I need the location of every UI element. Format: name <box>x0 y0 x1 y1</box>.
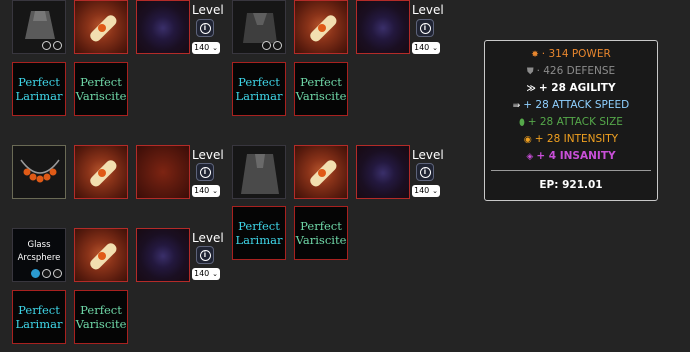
armor-item-slot[interactable] <box>232 145 286 199</box>
glass-arcsphere-item[interactable]: Glass Arcsphere <box>12 228 66 282</box>
level-value: 140 <box>194 186 210 195</box>
attack-size-icon: ⬮ <box>519 118 525 128</box>
enchant-scroll-slot[interactable] <box>74 0 128 54</box>
stat-attack-size: ⬮ + 28 ATTACK SIZE <box>519 116 623 128</box>
necklace-icon <box>20 159 60 183</box>
info-icon: i <box>199 166 211 178</box>
stat-insanity: ◈ + 4 INSANITY <box>526 150 616 162</box>
socket-dots <box>42 41 62 50</box>
enchant-scroll-slot[interactable] <box>294 0 348 54</box>
info-button[interactable]: i <box>196 19 214 37</box>
chevron-down-icon: ⌄ <box>212 44 218 52</box>
perfect-larimar-gem[interactable]: Perfect Larimar <box>12 62 66 116</box>
scroll-icon <box>90 160 117 187</box>
level-select[interactable]: 140 ⌄ <box>412 185 440 197</box>
chevron-down-icon: ⌄ <box>212 270 218 278</box>
level-value: 140 <box>414 43 430 52</box>
stats-panel: ✸ · 314 POWER ⛊ · 426 DEFENSE ≫ + 28 AGILIT… <box>484 40 658 201</box>
ep-value: EP: 921.01 <box>539 179 603 191</box>
level-value: 140 <box>194 269 210 278</box>
perfect-variscite-gem[interactable]: Perfect Variscite <box>74 62 128 116</box>
perfect-larimar-gem[interactable]: Perfect Larimar <box>12 290 66 344</box>
perfect-larimar-gem[interactable]: Perfect Larimar <box>232 206 286 260</box>
level-label: Level <box>192 148 224 162</box>
divider <box>491 170 651 171</box>
level-label: Level <box>192 3 224 17</box>
scroll-icon <box>90 243 117 270</box>
gem-slot[interactable] <box>356 145 410 199</box>
enchant-scroll-slot[interactable] <box>74 228 128 282</box>
armor-item-slot[interactable] <box>12 0 66 54</box>
stat-power: ✸ · 314 POWER <box>531 48 611 60</box>
level-value: 140 <box>194 43 210 52</box>
level-select[interactable]: 140 ⌄ <box>412 42 440 54</box>
info-icon: i <box>419 166 431 178</box>
info-button[interactable]: i <box>196 163 214 181</box>
info-icon: i <box>199 22 211 34</box>
necklace-item-slot[interactable] <box>12 145 66 199</box>
chevron-down-icon: ⌄ <box>212 187 218 195</box>
level-label: Level <box>412 3 444 17</box>
level-label: Level <box>412 148 444 162</box>
socket-dots <box>262 41 282 50</box>
intensity-icon: ◉ <box>523 135 532 145</box>
gem-slot[interactable] <box>136 228 190 282</box>
perfect-variscite-gem[interactable]: Perfect Variscite <box>74 290 128 344</box>
enchant-scroll-slot[interactable] <box>74 145 128 199</box>
enchant-scroll-slot[interactable] <box>294 145 348 199</box>
stat-intensity: ◉ + 28 INTENSITY <box>523 133 619 145</box>
scroll-icon <box>310 160 337 187</box>
level-value: 140 <box>414 186 430 195</box>
info-icon: i <box>199 249 211 261</box>
info-icon: i <box>419 22 431 34</box>
level-label: Level <box>192 231 224 245</box>
gem-slot[interactable] <box>356 0 410 54</box>
level-select[interactable]: 140 ⌄ <box>192 185 220 197</box>
armor-item-slot[interactable] <box>232 0 286 54</box>
perfect-variscite-gem[interactable]: Perfect Variscite <box>294 206 348 260</box>
stat-defense: ⛊ · 426 DEFENSE <box>526 65 616 77</box>
attack-speed-icon: ⇛ <box>512 101 521 111</box>
gem-slot[interactable] <box>136 0 190 54</box>
scroll-icon <box>90 15 117 42</box>
level-select[interactable]: 140 ⌄ <box>192 42 220 54</box>
defense-icon: ⛊ <box>526 67 534 77</box>
chevron-down-icon: ⌄ <box>432 44 438 52</box>
coat-icon <box>241 154 279 194</box>
info-button[interactable]: i <box>416 19 434 37</box>
scroll-icon <box>310 15 337 42</box>
level-select[interactable]: 140 ⌄ <box>192 268 220 280</box>
stat-agility: ≫ + 28 AGILITY <box>526 82 616 94</box>
power-icon: ✸ <box>531 50 539 60</box>
perfect-variscite-gem[interactable]: Perfect Variscite <box>294 62 348 116</box>
info-button[interactable]: i <box>416 163 434 181</box>
socket-dots <box>31 269 62 278</box>
agility-icon: ≫ <box>526 84 536 94</box>
insanity-icon: ◈ <box>526 152 534 162</box>
gem-slot[interactable] <box>136 145 190 199</box>
info-button[interactable]: i <box>196 246 214 264</box>
stat-attack-speed: ⇛ + 28 ATTACK SPEED <box>512 99 630 111</box>
perfect-larimar-gem[interactable]: Perfect Larimar <box>232 62 286 116</box>
chevron-down-icon: ⌄ <box>432 187 438 195</box>
